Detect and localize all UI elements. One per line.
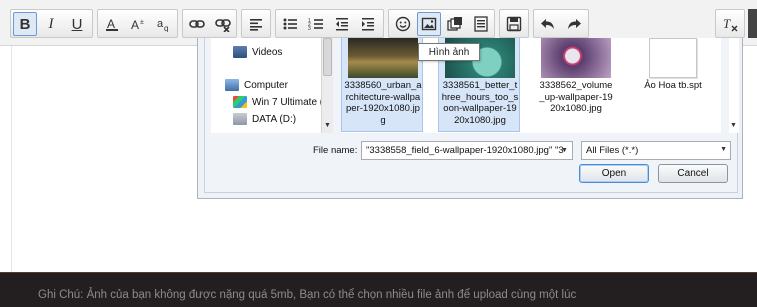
italic-button[interactable]: I	[39, 12, 63, 36]
undo-icon	[541, 19, 554, 29]
save-group	[499, 9, 529, 38]
font-size-button[interactable]: A ±	[126, 12, 150, 36]
underline-button[interactable]: U	[65, 12, 89, 36]
file-tile[interactable]: Ảo Hoa tb.spt	[632, 38, 714, 132]
subscript-icon: aq	[157, 18, 168, 32]
file-list-scrollbar[interactable]: ▼	[729, 38, 739, 133]
nav-item-drive-c[interactable]: Win 7 Ultimate (C	[233, 96, 330, 108]
outdent-icon	[336, 18, 348, 31]
scroll-down-icon[interactable]: ▼	[730, 122, 737, 129]
align-left-button[interactable]	[244, 12, 268, 36]
svg-text:3: 3	[308, 26, 311, 32]
cancel-button[interactable]: Cancel	[658, 164, 728, 183]
navigation-pane: Videos Computer Win 7 Ultimate (C DATA (…	[211, 38, 330, 133]
smiley-icon	[395, 16, 411, 32]
computer-icon	[225, 79, 239, 91]
windows-drive-icon	[233, 96, 247, 108]
nav-item-label: Videos	[252, 46, 283, 58]
svg-text:a: a	[157, 18, 164, 30]
indent-button[interactable]	[356, 12, 380, 36]
link-button[interactable]	[185, 12, 209, 36]
file-name: 3338561_better_three_hours_too_soon-wall…	[441, 80, 519, 126]
file-open-dialog: Videos Computer Win 7 Ultimate (C DATA (…	[197, 38, 743, 199]
file-name: 3338562_volume_up-wallpaper-1920x1080.jp…	[539, 80, 613, 114]
nav-item-videos[interactable]: Videos	[233, 46, 282, 58]
image-icon	[421, 17, 437, 31]
bold-button[interactable]: B	[13, 12, 37, 36]
file-thumbnail	[348, 38, 418, 78]
upload-note: Ghi Chú: Ảnh của bạn không được nặng quá…	[38, 289, 577, 301]
numbered-list-button[interactable]: 123	[304, 12, 328, 36]
svg-text:A: A	[131, 18, 139, 32]
bulleted-list-button[interactable]	[278, 12, 302, 36]
align-left-icon	[250, 19, 262, 31]
document-icon	[649, 38, 697, 78]
text-color-icon: A	[106, 17, 118, 31]
file-list: 3338560_urban_architecture-wallpaper-192…	[341, 38, 721, 133]
bulleted-list-icon	[283, 18, 297, 30]
svg-text:T: T	[723, 16, 731, 31]
scroll-down-icon[interactable]: ▼	[324, 122, 331, 129]
history-group	[533, 9, 589, 38]
text-color-button[interactable]: A	[100, 12, 124, 36]
chevron-down-icon: ▼	[720, 146, 727, 153]
toolbar-edge	[748, 9, 757, 38]
nav-scrollbar[interactable]: ▼	[321, 38, 333, 133]
document-list-icon	[474, 16, 488, 32]
drive-icon	[233, 113, 247, 125]
redo-icon	[568, 19, 581, 29]
align-group	[241, 9, 271, 38]
chevron-down-icon[interactable]: ▼	[557, 142, 572, 159]
list-group: 123	[275, 9, 384, 38]
unlink-button[interactable]	[211, 12, 235, 36]
indent-icon	[362, 18, 374, 31]
file-thumbnail	[541, 38, 611, 78]
nav-scroll-thumb[interactable]	[323, 38, 332, 76]
dialog-body: Videos Computer Win 7 Ultimate (C DATA (…	[204, 38, 739, 193]
file-name: 3338560_urban_architecture-wallpaper-192…	[344, 80, 422, 126]
insert-table-button[interactable]	[469, 12, 493, 36]
undo-button[interactable]	[536, 12, 560, 36]
file-name: Ảo Hoa tb.spt	[644, 80, 702, 91]
file-tile[interactable]: 3338560_urban_architecture-wallpaper-192…	[341, 38, 423, 132]
font-group: A A ± aq	[97, 9, 178, 38]
file-name-input[interactable]: "3338558_field_6-wallpaper-1920x1080.jpg…	[361, 141, 573, 160]
floppy-disk-icon	[506, 16, 522, 32]
numbered-list-icon: 123	[308, 18, 323, 32]
svg-text:q: q	[164, 24, 168, 32]
nav-item-label: Computer	[244, 79, 288, 91]
clear-format-group: T	[715, 9, 745, 38]
emoji-button[interactable]	[391, 12, 415, 36]
link-group	[182, 9, 237, 38]
font-size-icon: A ±	[131, 18, 144, 32]
videos-folder-icon	[233, 46, 247, 58]
unlink-icon	[215, 19, 231, 32]
insert-media-button[interactable]	[443, 12, 467, 36]
link-icon	[189, 20, 205, 28]
save-button[interactable]	[502, 12, 526, 36]
nav-item-label: Win 7 Ultimate (C	[252, 96, 331, 108]
insert-group	[388, 9, 495, 38]
upload-note-bar: Ghi Chú: Ảnh của bạn không được nặng quá…	[0, 272, 757, 307]
outdent-button[interactable]	[330, 12, 354, 36]
file-tile[interactable]: 3338562_volume_up-wallpaper-1920x1080.jp…	[535, 38, 617, 132]
nav-item-computer[interactable]: Computer	[225, 79, 288, 91]
insert-image-button[interactable]	[417, 12, 441, 36]
clear-format-icon: T	[723, 16, 738, 32]
text-style-group: B I U	[10, 9, 93, 38]
file-type-select[interactable]: All Files (*.*) ▼	[581, 141, 731, 160]
redo-button[interactable]	[562, 12, 586, 36]
nav-item-label: DATA (D:)	[252, 113, 297, 125]
editor-left-border	[11, 46, 12, 272]
svg-text:A: A	[107, 17, 115, 31]
media-icon	[447, 17, 462, 31]
svg-text:±: ±	[140, 19, 144, 26]
nav-item-drive-d[interactable]: DATA (D:)	[233, 113, 296, 125]
file-name-label: File name:	[313, 145, 358, 156]
file-type-value: All Files (*.*)	[586, 145, 639, 156]
subscript-button[interactable]: aq	[152, 12, 176, 36]
open-button[interactable]: Open	[579, 164, 649, 183]
remove-format-button[interactable]: T	[718, 12, 742, 36]
image-button-tooltip: Hình ảnh	[418, 43, 480, 61]
